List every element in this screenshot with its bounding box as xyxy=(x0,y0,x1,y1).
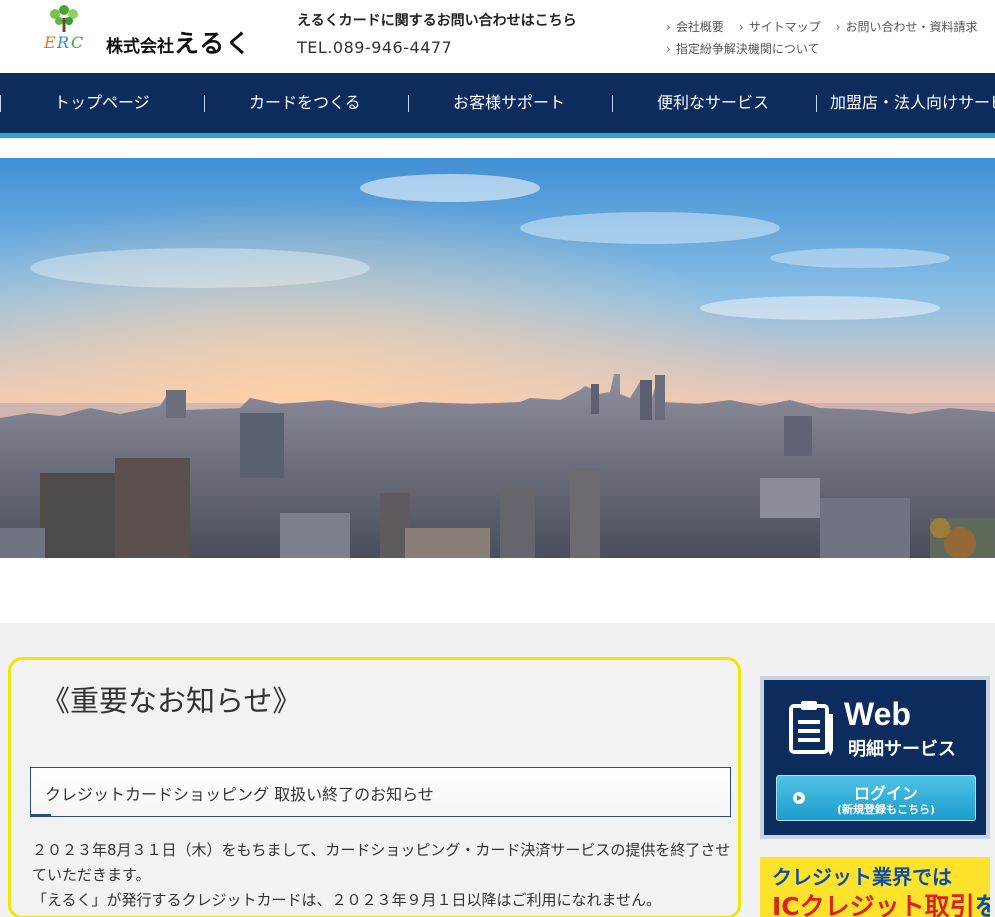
ic-banner-highlight: ICクレジット取引 xyxy=(772,892,975,917)
notice-title: 《重要なお知らせ》 xyxy=(41,684,302,718)
chevron-right-icon: › xyxy=(738,19,744,34)
chevron-right-icon: › xyxy=(666,19,671,34)
web-statement-banner[interactable]: Web 明細サービス ログイン (新規登録もこちら) xyxy=(760,676,990,839)
svg-text:C: C xyxy=(71,33,83,52)
important-notice-box: 《重要なお知らせ》 クレジットカードショッピング 取扱い終了のお知らせ ２０２３… xyxy=(8,657,741,917)
login-sublabel: (新規登録もこちら) xyxy=(836,803,936,816)
web-title: Web xyxy=(844,696,911,732)
nav-item-customer-support[interactable]: お客様サポート xyxy=(453,73,565,133)
notice-body: ２０２３年8月３１日（木）をもちまして、カードショッピング・カード決済サービスの… xyxy=(32,838,732,913)
link-label: 会社概要 xyxy=(675,19,724,34)
tree-logo-icon: E R C xyxy=(43,5,83,52)
svg-text:E: E xyxy=(43,33,56,52)
link-dispute-resolution[interactable]: › 指定紛争解決機関について xyxy=(666,40,819,57)
nav-item-top-page[interactable]: トップページ xyxy=(54,73,150,133)
contact-tel: TEL.089-946-4477 xyxy=(297,38,453,57)
company-name-main: えるく xyxy=(174,29,252,58)
contact-info: えるくカードに関するお問い合わせはこちら TEL.089-946-4477 xyxy=(297,10,577,57)
company-name-prefix: 株式会社 xyxy=(106,37,174,57)
chevron-right-icon: › xyxy=(666,41,671,56)
ic-banner-line2: ICクレジット取引を xyxy=(772,887,990,917)
ic-banner-line1: クレジット業界では xyxy=(772,865,952,889)
link-sitemap[interactable]: › サイトマップ xyxy=(739,18,821,35)
link-label: お問い合わせ・資料請求 xyxy=(845,19,978,34)
chevron-right-icon: › xyxy=(835,19,841,34)
notice-paragraph: ２０２３年8月３１日（木）をもちまして、カードショッピング・カード決済サービスの… xyxy=(32,841,731,884)
link-company-profile[interactable]: › 会社概要 xyxy=(666,18,724,35)
notice-subtitle-box[interactable]: クレジットカードショッピング 取扱い終了のお知らせ xyxy=(30,767,731,817)
link-label: 指定紛争解決機関について xyxy=(675,41,820,56)
subtitle-accent xyxy=(31,814,51,817)
link-contact-request[interactable]: › お問い合わせ・資料請求 xyxy=(836,18,978,35)
nav-separator xyxy=(204,95,205,112)
nav-separator xyxy=(408,95,409,112)
main-nav: トップページ カードをつくる お客様サポート 便利なサービス 加盟店・法人向けサ… xyxy=(0,73,995,133)
nav-separator xyxy=(0,95,1,112)
nav-separator xyxy=(816,95,817,112)
utility-links: › 会社概要 › サイトマップ › お問い合わせ・資料請求 › 指定紛争解決機関について xyxy=(666,15,991,59)
nav-item-create-card[interactable]: カードをつくる xyxy=(249,73,361,133)
company-name: 株式会社えるく xyxy=(106,24,251,60)
ic-credit-banner[interactable]: クレジット業界では ICクレジット取引を xyxy=(760,857,990,917)
clipboard-icon xyxy=(789,701,833,756)
web-subtitle: 明細サービス xyxy=(848,739,956,760)
notice-subtitle: クレジットカードショッピング 取扱い終了のお知らせ xyxy=(45,785,434,804)
hero-cityscape-image xyxy=(0,158,995,558)
notice-paragraph: 「えるく」が発行するクレジットカードは、２０２３年９月１日以降はご利用になれませ… xyxy=(32,891,662,909)
nav-item-merchant-services[interactable]: 加盟店・法人向けサービス xyxy=(830,73,995,133)
contact-title: えるくカードに関するお問い合わせはこちら xyxy=(297,13,577,29)
ic-banner-suffix: を xyxy=(974,892,990,917)
company-logo[interactable]: E R C 株式会社えるく xyxy=(40,4,250,58)
svg-text:R: R xyxy=(56,33,69,52)
link-label: サイトマップ xyxy=(748,19,821,34)
nav-accent-bar xyxy=(0,133,995,138)
nav-item-services[interactable]: 便利なサービス xyxy=(657,73,769,133)
nav-separator xyxy=(612,95,613,112)
login-button[interactable]: ログイン (新規登録もこちら) xyxy=(776,775,976,821)
site-header: E R C 株式会社えるく えるくカードに関するお問い合わせはこちら TEL.0… xyxy=(0,0,995,73)
